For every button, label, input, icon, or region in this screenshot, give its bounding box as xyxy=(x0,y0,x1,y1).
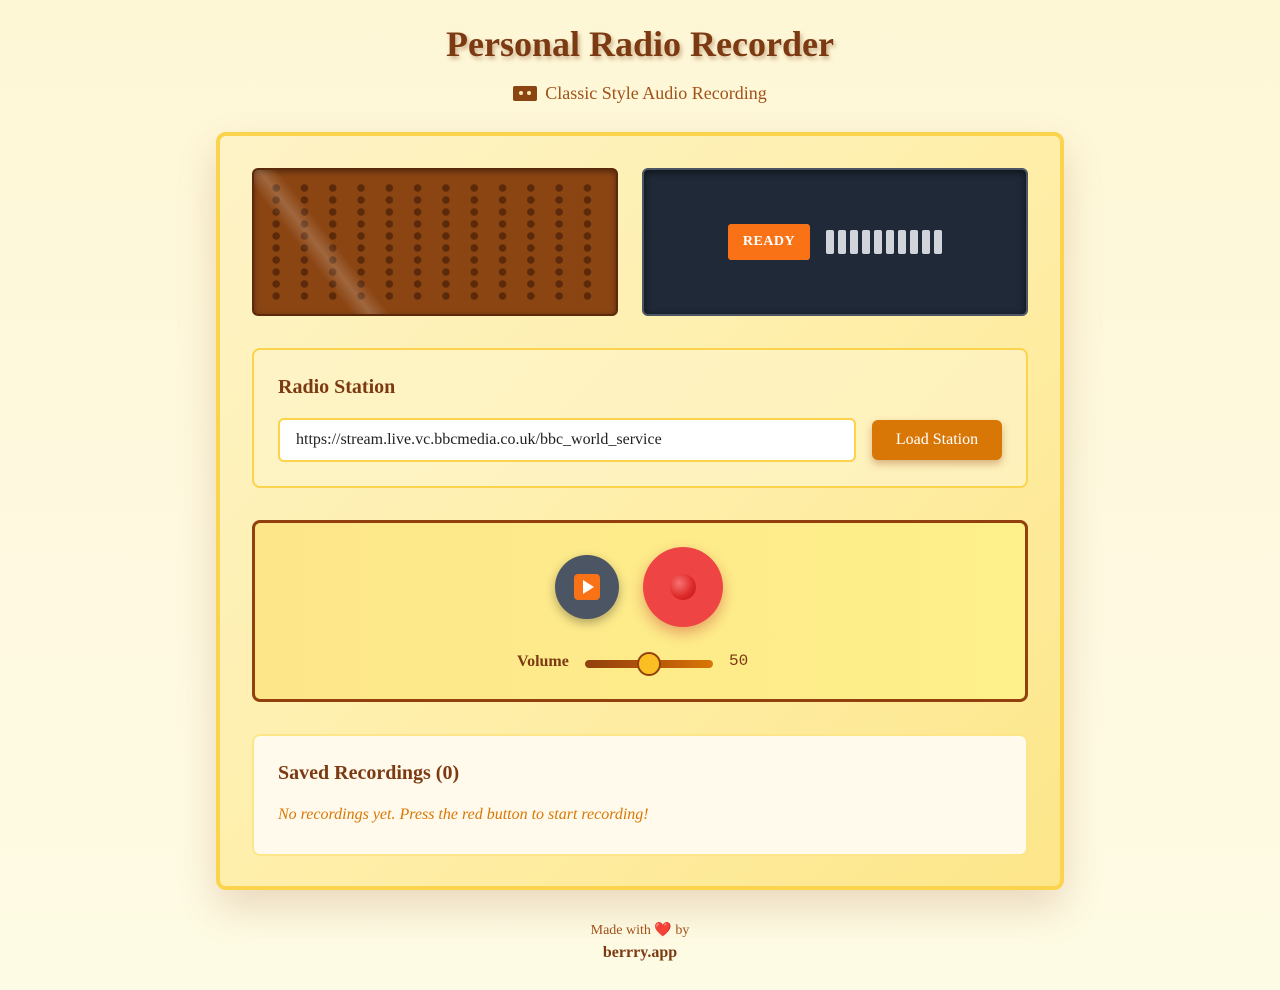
page-header: Personal Radio Recorder Classic Style Au… xyxy=(0,22,1280,104)
level-bar xyxy=(874,230,882,254)
volume-slider[interactable] xyxy=(585,652,713,676)
volume-value: 50 xyxy=(729,652,749,670)
heart-icon: ❤️ xyxy=(654,923,672,938)
play-icon xyxy=(574,574,600,600)
page-footer: Made with ❤️ by berrry.app xyxy=(0,920,1280,962)
recordings-panel: Saved Recordings (0) No recordings yet. … xyxy=(252,734,1028,856)
radio-body: READY Radio Station Load Station Volume … xyxy=(216,132,1064,890)
record-icon xyxy=(670,574,696,600)
level-bar xyxy=(886,230,894,254)
cassette-icon xyxy=(513,85,538,101)
level-bar xyxy=(838,230,846,254)
footer-by: by xyxy=(675,923,690,938)
page-subtitle: Classic Style Audio Recording xyxy=(0,82,1280,104)
level-bar xyxy=(910,230,918,254)
level-bar xyxy=(862,230,870,254)
status-display: READY xyxy=(642,168,1028,316)
play-button[interactable] xyxy=(555,555,619,619)
station-url-input[interactable] xyxy=(278,418,856,462)
footer-brand-link[interactable]: berrry.app xyxy=(603,944,677,962)
level-bar xyxy=(850,230,858,254)
speaker-grille xyxy=(252,168,618,316)
recordings-title: Saved Recordings (0) xyxy=(278,762,460,784)
page-title: Personal Radio Recorder xyxy=(446,24,834,64)
volume-thumb[interactable] xyxy=(637,652,661,676)
status-badge: READY xyxy=(728,224,810,260)
recordings-empty-message: No recordings yet. Press the red button … xyxy=(278,806,649,823)
subtitle-text: Classic Style Audio Recording xyxy=(545,83,767,103)
volume-label: Volume xyxy=(517,653,569,670)
level-meter xyxy=(826,230,942,254)
station-title: Radio Station xyxy=(278,376,396,398)
footer-made-with: Made with xyxy=(590,923,651,938)
control-panel: Volume 50 xyxy=(252,520,1028,702)
load-station-button[interactable]: Load Station xyxy=(872,420,1002,460)
level-bar xyxy=(826,230,834,254)
level-bar xyxy=(898,230,906,254)
record-button[interactable] xyxy=(643,547,723,627)
level-bar xyxy=(934,230,942,254)
footer-credit: Made with ❤️ by xyxy=(0,920,1280,942)
level-bar xyxy=(922,230,930,254)
station-panel: Radio Station Load Station xyxy=(252,348,1028,488)
